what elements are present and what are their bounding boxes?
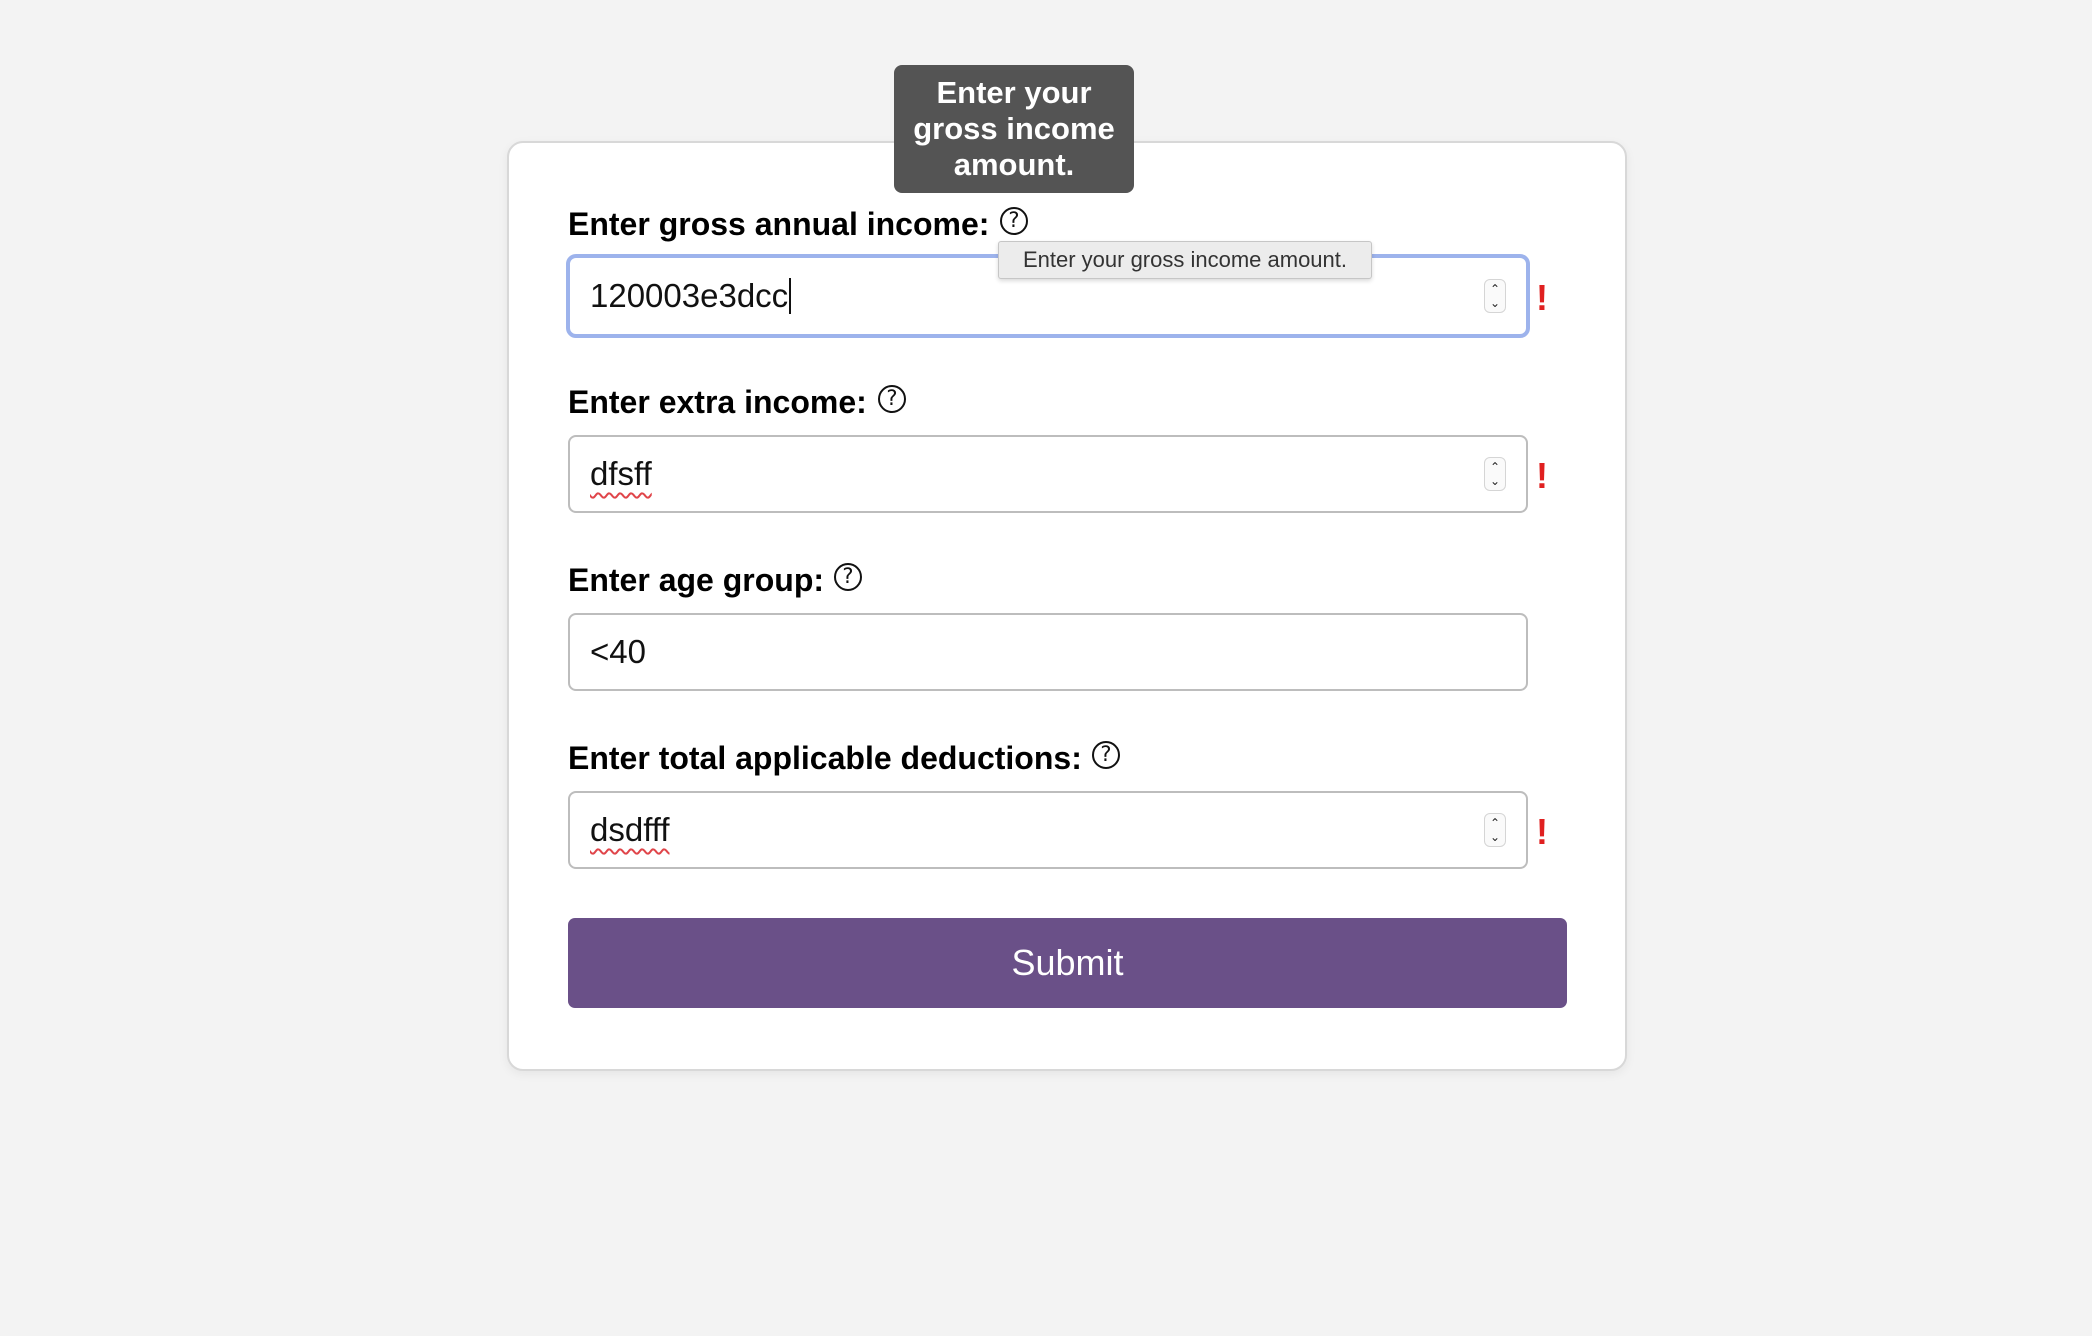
question-circle-icon[interactable]: ? (1092, 741, 1120, 769)
extra-income-input[interactable]: dfsff ⌃ ⌄ (568, 435, 1528, 513)
question-circle-icon[interactable]: ? (834, 563, 862, 591)
deductions-error-icon: ! (1536, 811, 1548, 852)
chevron-up-icon[interactable]: ⌃ (1490, 816, 1500, 830)
age-group-label: Enter age group: (568, 562, 825, 598)
chevron-down-icon[interactable]: ⌄ (1490, 830, 1500, 844)
chevron-up-icon[interactable]: ⌃ (1490, 460, 1500, 474)
extra-income-error-icon: ! (1536, 455, 1548, 496)
deductions-label: Enter total applicable deductions: (568, 740, 1082, 776)
extra-income-text: dfsff (590, 455, 652, 492)
age-group-text: <40 (590, 633, 646, 670)
number-stepper[interactable]: ⌃ ⌄ (1484, 457, 1506, 491)
age-group-value: <40 (590, 615, 646, 689)
question-circle-icon[interactable]: ? (1000, 207, 1028, 235)
native-title-tooltip: Enter your gross income amount. (998, 241, 1372, 279)
number-stepper[interactable]: ⌃ ⌄ (1484, 813, 1506, 847)
chevron-down-icon[interactable]: ⌄ (1490, 474, 1500, 488)
age-group-select[interactable]: <40 (568, 613, 1528, 691)
submit-button[interactable]: Submit (568, 918, 1567, 1008)
question-circle-icon[interactable]: ? (878, 385, 906, 413)
deductions-input[interactable]: dsdfff ⌃ ⌄ (568, 791, 1528, 869)
help-tooltip-text: Enter your gross income amount. (913, 75, 1115, 182)
deductions-text: dsdfff (590, 811, 670, 848)
gross-income-value: 120003e3dcc (590, 258, 792, 334)
help-tooltip: Enter your gross income amount. (894, 65, 1134, 193)
extra-income-value: dfsff (590, 437, 652, 511)
gross-income-error-icon: ! (1536, 277, 1548, 318)
chevron-down-icon[interactable]: ⌄ (1490, 296, 1500, 310)
text-caret (789, 278, 792, 314)
gross-income-label: Enter gross annual income: (568, 206, 990, 242)
chevron-up-icon[interactable]: ⌃ (1490, 282, 1500, 296)
extra-income-label: Enter extra income: (568, 384, 867, 420)
gross-income-text: 120003e3dcc (590, 277, 789, 314)
number-stepper[interactable]: ⌃ ⌄ (1484, 279, 1506, 313)
deductions-value: dsdfff (590, 793, 670, 867)
